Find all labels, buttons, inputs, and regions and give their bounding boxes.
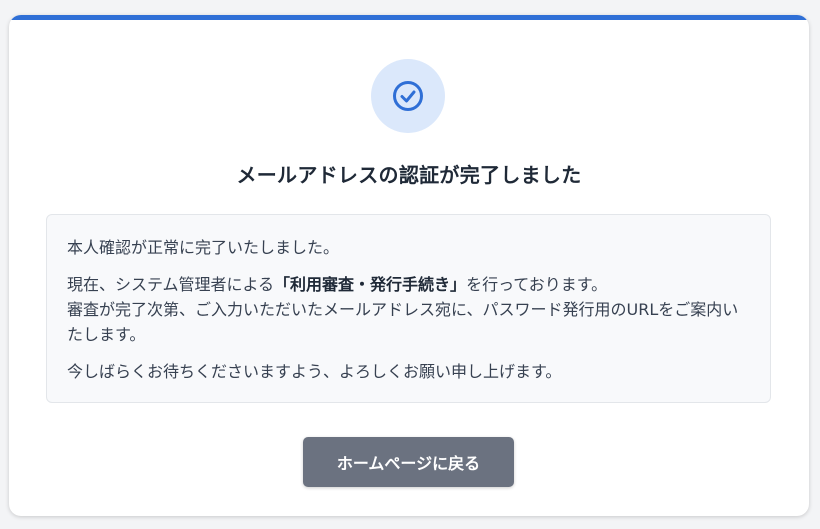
home-button[interactable]: ホームページに戻る <box>303 437 514 487</box>
check-icon <box>393 81 423 111</box>
message-line-2-after: を行っております。 <box>466 275 608 294</box>
message-box: 本人確認が正常に完了いたしました。 現在、システム管理者による「利用審査・発行手… <box>46 214 771 403</box>
message-line-4: 今しばらくお待ちくださいますよう、よろしくお願い申し上げます。 <box>67 362 562 381</box>
message-line-1: 本人確認が正常に完了いたしました。 <box>67 238 340 257</box>
accent-bar <box>9 15 809 20</box>
message-paragraph-2: 現在、システム管理者による「利用審査・発行手続き」を行っております。 審査が完了… <box>67 272 750 347</box>
page-title: メールアドレスの認証が完了しました <box>236 163 582 187</box>
message-line-3: 審査が完了次第、ご入力いただいたメールアドレス宛に、パスワード発行用のURLをご… <box>67 300 739 344</box>
check-circle-icon <box>371 59 445 133</box>
message-line-2-emphasis: 「利用審査・発行手続き」 <box>274 275 467 294</box>
message-line-2-before: 現在、システム管理者による <box>67 275 275 294</box>
confirmation-card: メールアドレスの認証が完了しました 本人確認が正常に完了いたしました。 現在、シ… <box>9 15 809 516</box>
